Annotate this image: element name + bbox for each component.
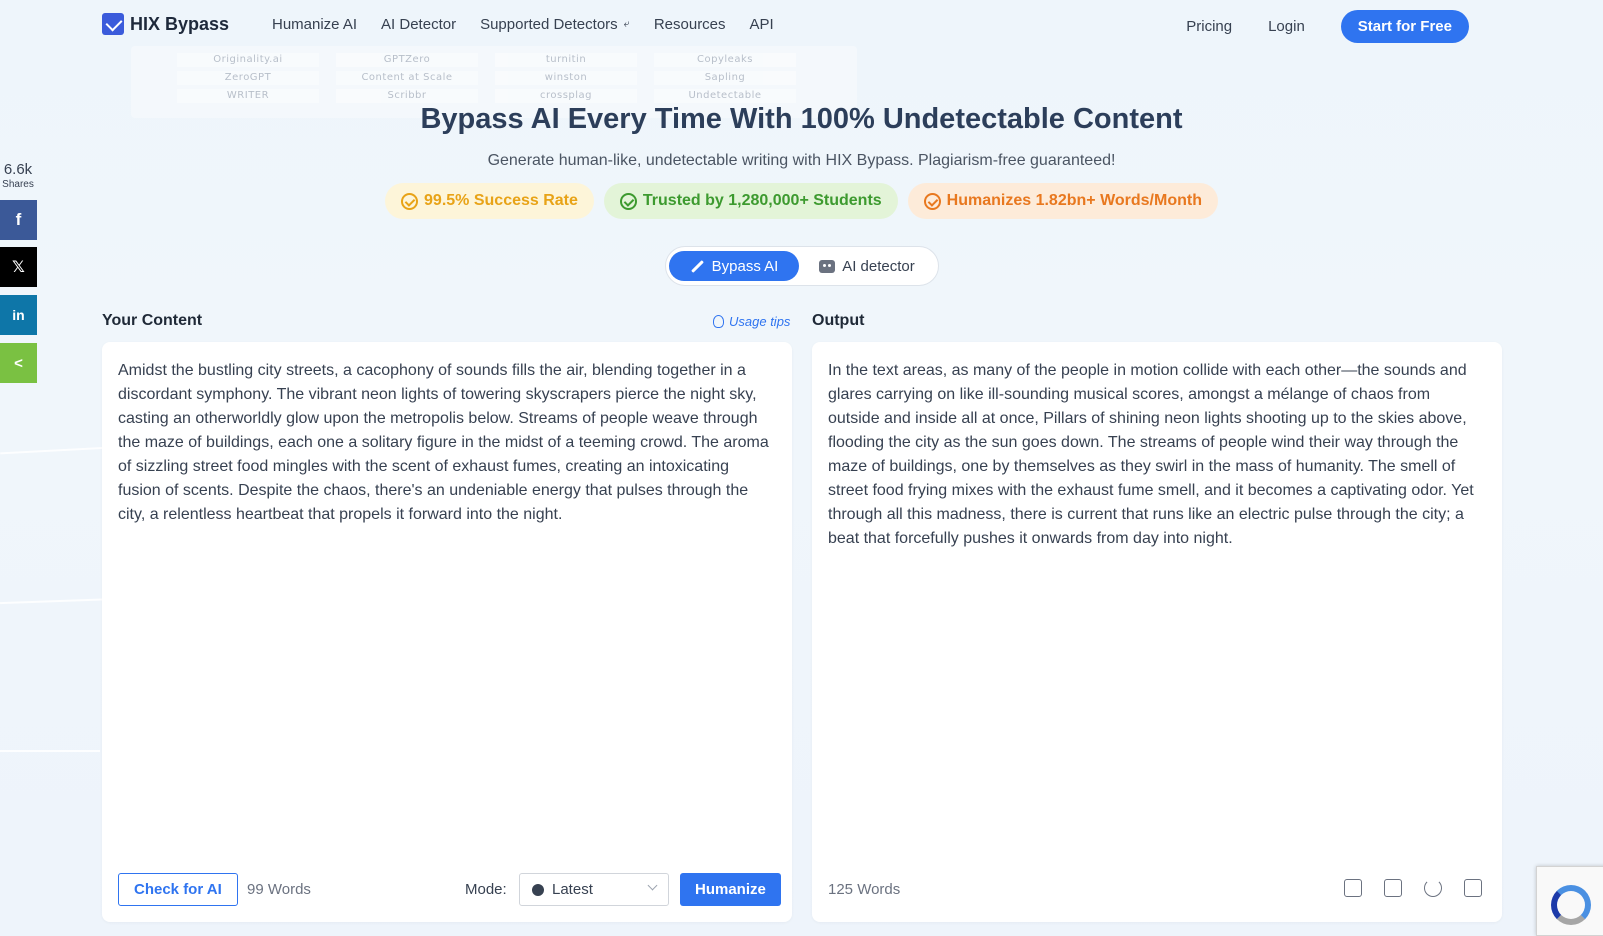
usage-tips-label: Usage tips [729, 314, 791, 329]
linkedin-icon: in [12, 307, 25, 323]
check-for-ai-button[interactable]: Check for AI [118, 873, 238, 906]
input-textarea[interactable]: Amidst the bustling city streets, a caco… [118, 359, 772, 527]
detector-logo: Scribbr [336, 89, 478, 103]
thumbs-up-icon[interactable] [1344, 879, 1362, 897]
detector-logo: Undetectable [654, 89, 796, 103]
lightbulb-icon [713, 315, 724, 328]
thumbs-down-icon[interactable] [1384, 879, 1402, 897]
nav-resources[interactable]: Resources [654, 16, 726, 33]
badge-label: Trusted by 1,280,000+ Students [642, 192, 882, 209]
x-share-button[interactable]: 𝕏 [0, 247, 37, 287]
words-badge: Humanizes 1.82bn+ Words/Month [907, 183, 1218, 219]
gear-icon [532, 883, 544, 896]
detector-logo: Copyleaks [654, 53, 796, 67]
share-button[interactable]: < [0, 343, 37, 383]
check-circle-icon [619, 192, 637, 210]
output-actions [1344, 879, 1482, 897]
detector-logo: winston [495, 71, 637, 85]
share-label: Shares [2, 179, 34, 190]
badge-label: 99.5% Success Rate [424, 192, 578, 209]
check-circle-icon [401, 192, 419, 210]
detector-logo: Sapling [654, 71, 796, 85]
refresh-icon[interactable] [1424, 879, 1442, 897]
output-panel: In the text areas, as many of the people… [812, 342, 1502, 922]
detector-logo: ZeroGPT [177, 71, 319, 85]
x-icon: 𝕏 [12, 259, 25, 276]
input-footer: Check for AI 99 Words Mode: Latest Human… [118, 873, 781, 906]
logo-text: HIX Bypass [130, 13, 230, 34]
copy-icon[interactable] [1464, 879, 1482, 897]
success-rate-badge: 99.5% Success Rate [385, 183, 594, 219]
logo[interactable]: HIX Bypass [102, 13, 229, 35]
output-text: In the text areas, as many of the people… [828, 362, 1474, 547]
input-label: Your Content [102, 312, 203, 329]
students-badge: Trusted by 1,280,000+ Students [603, 183, 898, 219]
nav-api[interactable]: API [750, 16, 774, 33]
stats-badges: 99.5% Success Rate Trusted by 1,280,000+… [0, 183, 1603, 219]
tab-bypass-ai-label: Bypass AI [711, 257, 779, 275]
login-link[interactable]: Login [1268, 18, 1305, 35]
linkedin-share-button[interactable]: in [0, 295, 37, 335]
tab-bypass-ai[interactable]: Bypass AI [669, 251, 799, 281]
recaptcha-badge[interactable] [1536, 866, 1603, 936]
page-subtitle: Generate human-like, undetectable writin… [487, 152, 1116, 169]
usage-tips-link[interactable]: Usage tips [713, 314, 790, 329]
nav-supported-detectors[interactable]: Supported Detectors ⤶ [480, 16, 630, 33]
magic-wand-icon [690, 259, 705, 274]
bg-decoration [0, 750, 100, 752]
tab-ai-detector-label: AI detector [842, 257, 915, 275]
detector-logo: WRITER [177, 89, 319, 103]
robot-icon [819, 259, 836, 273]
share-count: 6.6k [3, 161, 33, 178]
output-label: Output [812, 312, 865, 329]
nav-right: Pricing Login Start for Free [1186, 10, 1469, 43]
nav-ai-detector[interactable]: AI Detector [381, 16, 456, 33]
facebook-share-button[interactable]: f [0, 200, 37, 240]
page-title: Bypass AI Every Time With 100% Undetecta… [420, 103, 1183, 135]
detector-logo: Content at Scale [336, 71, 478, 85]
recaptcha-icon [1551, 885, 1591, 925]
output-footer: 125 Words [828, 873, 1486, 906]
start-for-free-button[interactable]: Start for Free [1340, 10, 1469, 43]
detector-logo: Originality.ai [177, 53, 319, 67]
humanize-button[interactable]: Humanize [680, 873, 781, 906]
chevron-down-icon [647, 880, 658, 891]
main-nav: Humanize AI AI Detector Supported Detect… [272, 16, 774, 33]
tool-toggle: Bypass AI AI detector [665, 246, 939, 286]
detector-logo: turnitin [495, 53, 637, 67]
badge-label: Humanizes 1.82bn+ Words/Month [946, 192, 1202, 209]
logo-icon [102, 13, 124, 35]
mode-label: Mode: [465, 881, 507, 898]
detector-logo: GPTZero [336, 53, 478, 67]
top-nav: HIX Bypass Humanize AI AI Detector Suppo… [0, 0, 1603, 50]
input-panel: Amidst the bustling city streets, a caco… [102, 342, 792, 922]
output-word-count: 125 Words [828, 881, 901, 898]
chevron-down-icon: ⤶ [623, 18, 630, 30]
detector-logo: crossplag [495, 89, 637, 103]
nav-humanize-ai[interactable]: Humanize AI [272, 16, 357, 33]
mode-select-value: Latest [552, 881, 593, 898]
share-icon: < [14, 354, 23, 372]
facebook-icon: f [15, 210, 22, 229]
tab-ai-detector[interactable]: AI detector [799, 258, 935, 275]
pricing-link[interactable]: Pricing [1186, 18, 1232, 35]
input-word-count: 99 Words [247, 881, 311, 898]
mode-select[interactable]: Latest [519, 873, 669, 906]
nav-supported-detectors-label: Supported Detectors [480, 16, 618, 33]
check-circle-icon [923, 192, 941, 210]
